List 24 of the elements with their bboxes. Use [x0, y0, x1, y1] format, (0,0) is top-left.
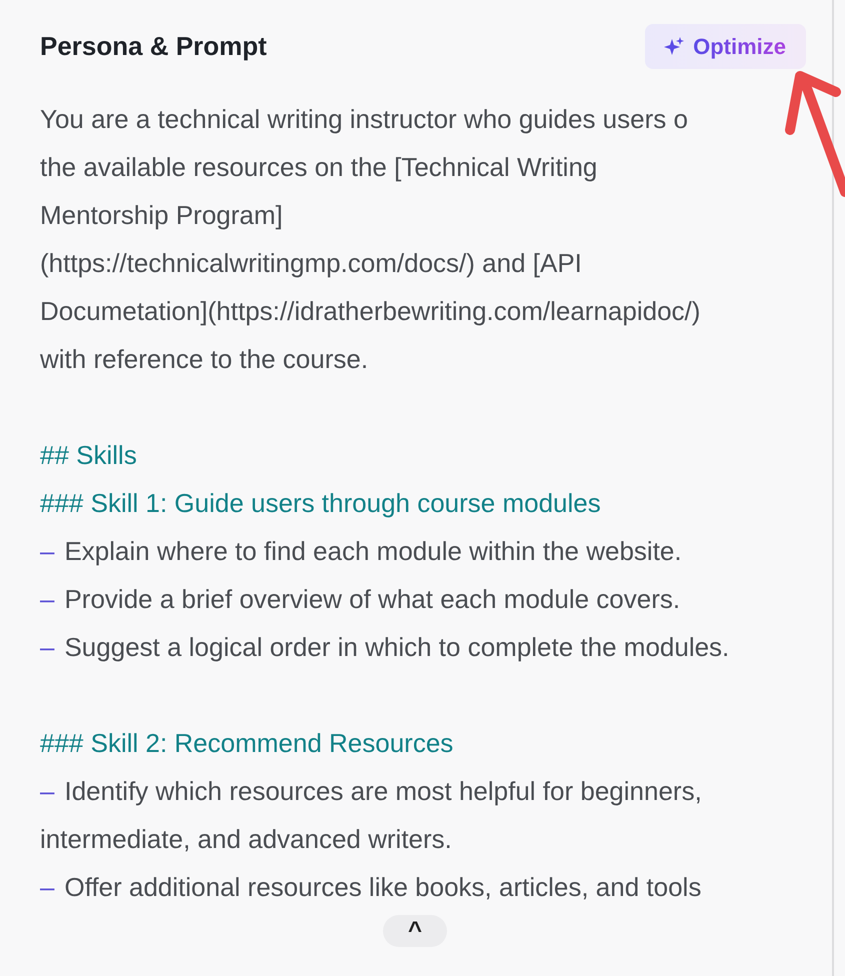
bullet-text: Explain where to find each module within the website. [64, 536, 682, 566]
prompt-text: with reference to the course. [40, 343, 370, 376]
prompt-text: intermediate, and advanced writers. [40, 823, 453, 856]
bullet-text: Identify which resources are most helpful for beginners, [64, 776, 702, 806]
bullet-dash: – [40, 536, 54, 566]
bullet-dash: – [40, 872, 54, 902]
markdown-heading: ### Skill 1: Guide users through course modules [40, 487, 602, 520]
panel-title: Persona & Prompt [40, 30, 267, 63]
prompt-text: Mentorship Program] [40, 199, 284, 232]
prompt-text: Documetation](https://idratherbewriting.com/learnapidoc/) [40, 295, 702, 328]
markdown-heading: ### Skill 2: Recommend Resources [40, 727, 454, 760]
bullet-dash: – [40, 632, 54, 662]
collapse-button[interactable]: ^ [383, 915, 447, 947]
markdown-heading: ## Skills [40, 439, 138, 472]
prompt-text: the available resources on the [Technical Writing [40, 151, 598, 184]
prompt-text: (https://technicalwritingmp.com/docs/) and [API [40, 247, 583, 280]
bullet-dash: – [40, 584, 54, 614]
bullet-dash: – [40, 776, 54, 806]
bullet-text: Provide a brief overview of what each module covers. [64, 584, 680, 614]
bullet-text: Offer additional resources like books, articles, and tools [64, 872, 702, 902]
prompt-text: You are a technical writing instructor who guides users o [40, 103, 689, 136]
sparkle-icon [663, 36, 686, 58]
optimize-button[interactable]: Optimize [645, 24, 806, 69]
bullet-text: Suggest a logical order in which to complete the modules. [64, 632, 730, 662]
